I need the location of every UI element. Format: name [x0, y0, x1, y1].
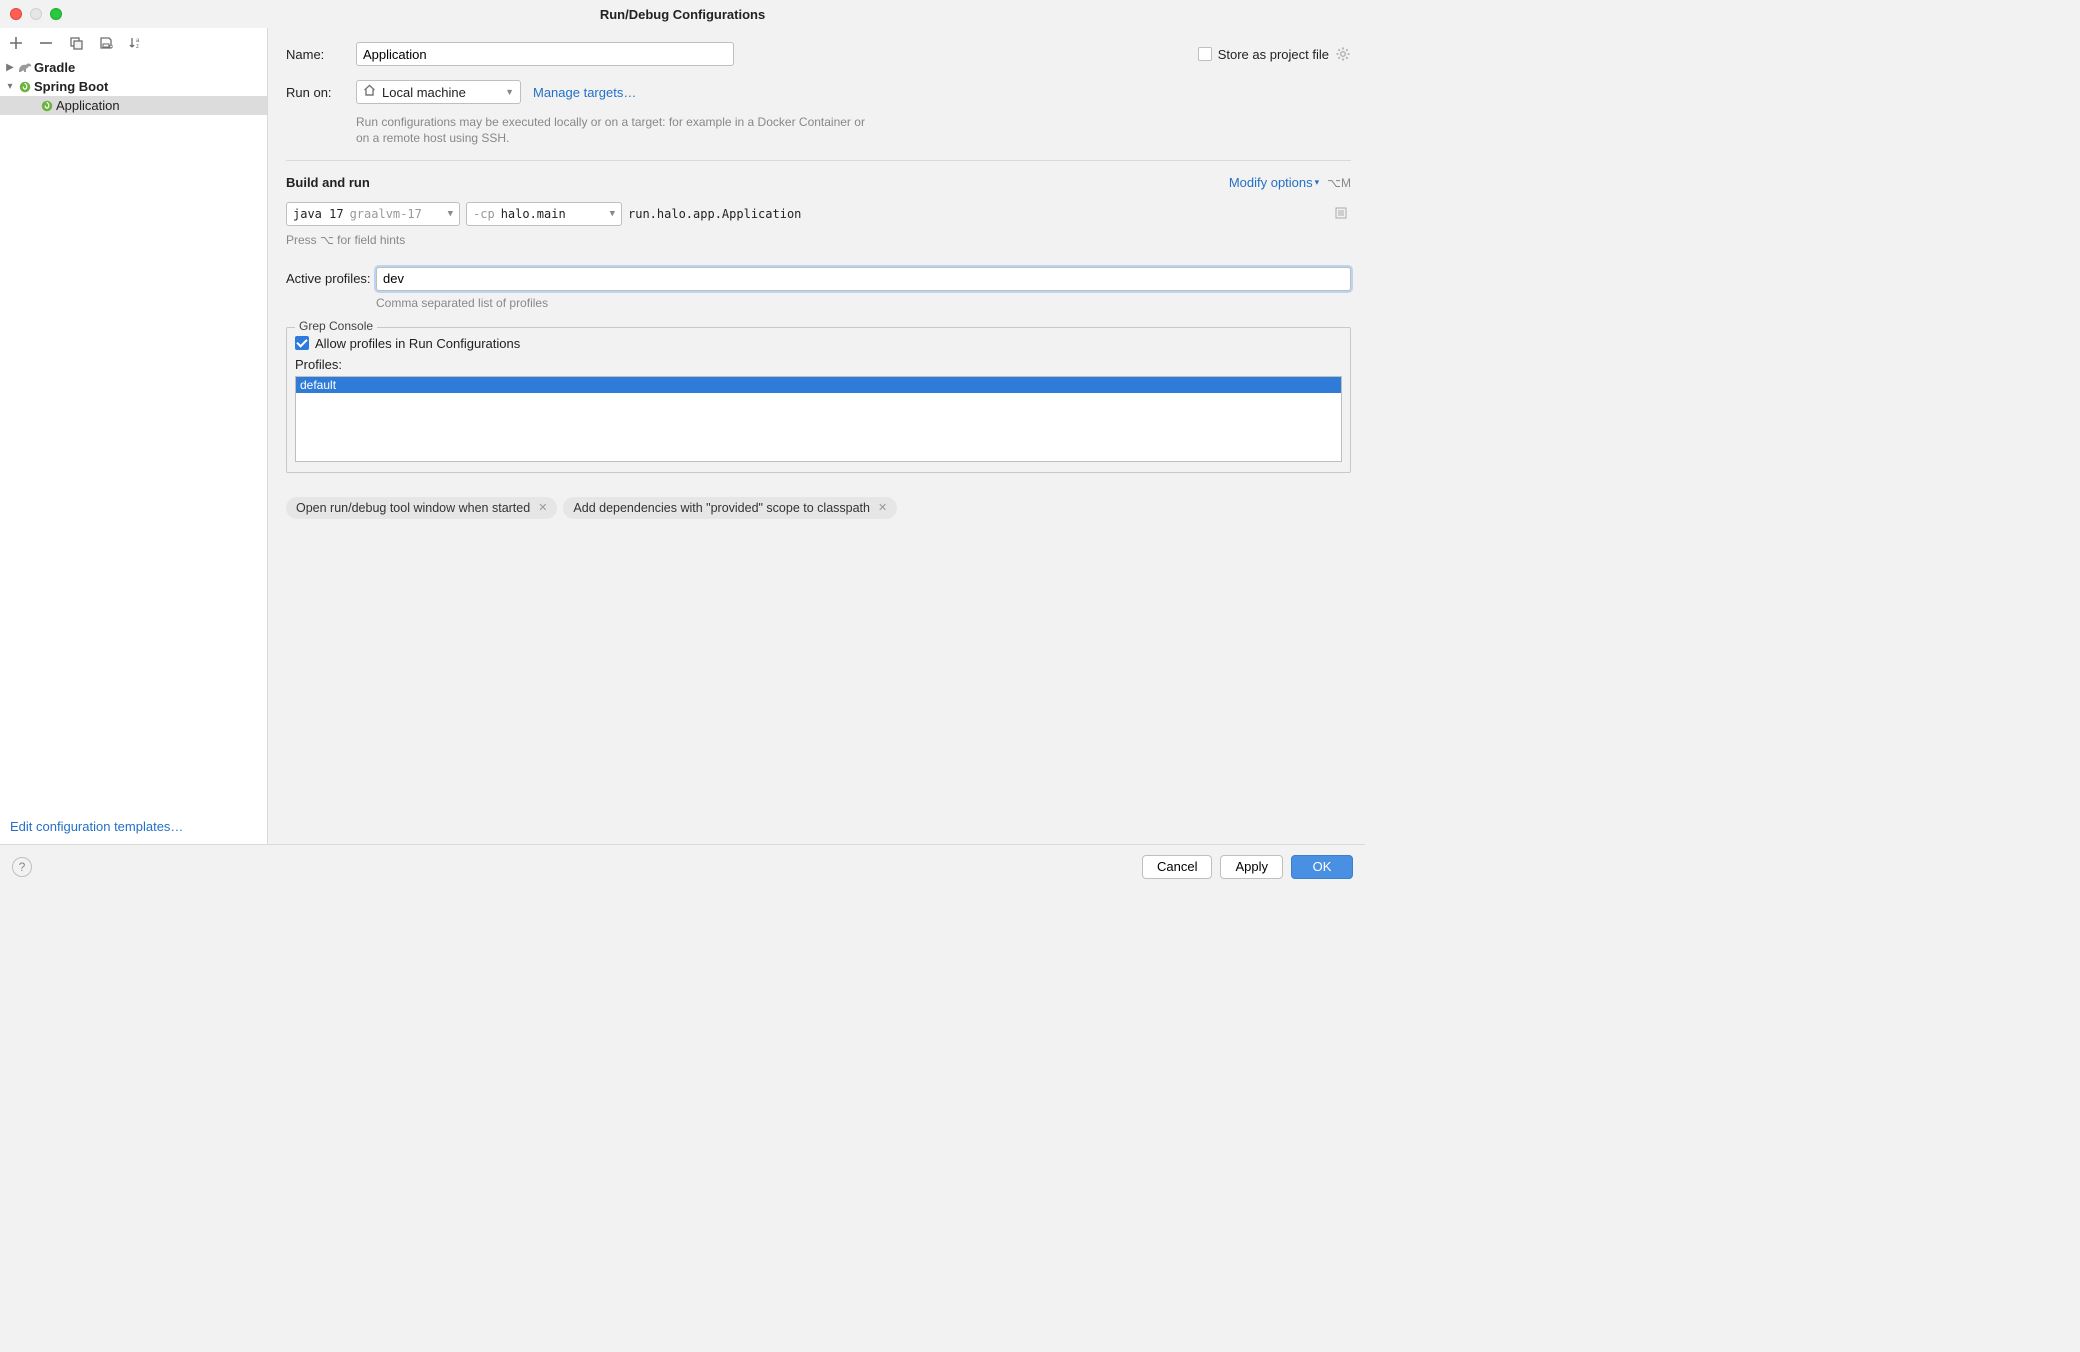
- chip-label: Open run/debug tool window when started: [296, 501, 530, 515]
- gradle-icon: [16, 60, 34, 76]
- runon-label: Run on:: [286, 85, 356, 100]
- runon-select[interactable]: Local machine ▼: [356, 80, 521, 104]
- runon-value: Local machine: [382, 85, 466, 100]
- caret-down-icon: ▾: [1315, 177, 1320, 188]
- modify-options-link[interactable]: Modify options ▾: [1229, 175, 1319, 190]
- edit-templates-link[interactable]: Edit configuration templates…: [10, 819, 183, 834]
- manage-targets-link[interactable]: Manage targets…: [533, 85, 636, 100]
- main-class-input[interactable]: run.halo.app.Application: [628, 202, 1351, 226]
- chevron-down-icon: ▾: [4, 81, 16, 92]
- chevron-right-icon: ▶: [4, 62, 16, 73]
- jdk-select[interactable]: java 17 graalvm-17 ▼: [286, 202, 460, 226]
- jdk-value: java 17: [293, 207, 344, 221]
- option-chip-provided-scope[interactable]: Add dependencies with "provided" scope t…: [563, 497, 897, 519]
- main-class-value: run.halo.app.Application: [628, 207, 801, 221]
- build-run-header: Build and run: [286, 175, 370, 190]
- ok-button[interactable]: OK: [1291, 855, 1353, 879]
- caret-down-icon: ▼: [505, 87, 514, 97]
- cancel-button[interactable]: Cancel: [1142, 855, 1212, 879]
- chip-label: Add dependencies with "provided" scope t…: [573, 501, 870, 515]
- caret-down-icon: ▼: [448, 209, 453, 219]
- separator: [286, 160, 1351, 161]
- active-profiles-label: Active profiles:: [286, 271, 376, 286]
- tree-node-springboot[interactable]: ▾ Spring Boot: [0, 77, 267, 96]
- tree-node-label: Spring Boot: [34, 79, 108, 94]
- grep-console-fieldset: Grep Console Allow profiles in Run Confi…: [286, 327, 1351, 473]
- modify-shortcut: ⌥M: [1327, 176, 1351, 190]
- classpath-select[interactable]: -cp halo.main ▼: [466, 202, 622, 226]
- list-icon[interactable]: [1335, 207, 1347, 222]
- springboot-icon: [38, 98, 56, 114]
- jdk-variant: graalvm-17: [350, 207, 422, 221]
- bottom-bar: ? Cancel Apply OK: [0, 844, 1365, 888]
- store-as-project-label: Store as project file: [1218, 47, 1329, 62]
- store-as-project-checkbox[interactable]: [1198, 47, 1212, 61]
- grep-console-legend: Grep Console: [295, 319, 377, 333]
- runon-hint: Run configurations may be executed local…: [356, 114, 876, 146]
- field-hints: Press ⌥ for field hints: [286, 232, 1351, 248]
- apply-button[interactable]: Apply: [1220, 855, 1283, 879]
- config-tree: ▶ Gradle ▾ Spring Boot Application: [0, 58, 267, 811]
- tree-node-label: Application: [56, 98, 120, 113]
- sidebar: az ▶ Gradle ▾ Spring Boot Application: [0, 28, 268, 844]
- name-label: Name:: [286, 47, 356, 62]
- config-form: Name: Store as project file Run on: Loca…: [268, 28, 1365, 844]
- sort-config-icon[interactable]: az: [128, 35, 144, 51]
- profiles-list[interactable]: default: [295, 376, 1342, 462]
- allow-profiles-checkbox[interactable]: [295, 336, 309, 350]
- sidebar-toolbar: az: [0, 28, 267, 58]
- svg-text:z: z: [136, 44, 139, 50]
- home-icon: [363, 84, 376, 100]
- active-profiles-hint: Comma separated list of profiles: [376, 295, 1351, 311]
- copy-config-icon[interactable]: [68, 35, 84, 51]
- cp-flag: -cp: [473, 207, 495, 221]
- cp-value: halo.main: [501, 207, 566, 221]
- option-chip-open-tool-window[interactable]: Open run/debug tool window when started …: [286, 497, 557, 519]
- caret-down-icon: ▼: [610, 209, 615, 219]
- titlebar: Run/Debug Configurations: [0, 0, 1365, 28]
- help-icon[interactable]: ?: [12, 857, 32, 877]
- save-config-icon[interactable]: [98, 35, 114, 51]
- tree-node-gradle[interactable]: ▶ Gradle: [0, 58, 267, 77]
- active-profiles-input[interactable]: [376, 267, 1351, 291]
- tree-node-label: Gradle: [34, 60, 75, 75]
- tree-node-application[interactable]: Application: [0, 96, 267, 115]
- springboot-icon: [16, 79, 34, 95]
- remove-chip-icon[interactable]: ✕: [538, 501, 547, 514]
- add-config-icon[interactable]: [8, 35, 24, 51]
- profiles-label: Profiles:: [295, 357, 1342, 372]
- name-input[interactable]: [356, 42, 734, 66]
- gear-icon[interactable]: [1335, 46, 1351, 62]
- window-title: Run/Debug Configurations: [0, 7, 1365, 22]
- remove-config-icon[interactable]: [38, 35, 54, 51]
- remove-chip-icon[interactable]: ✕: [878, 501, 887, 514]
- profile-item[interactable]: default: [296, 377, 1341, 393]
- allow-profiles-label: Allow profiles in Run Configurations: [315, 336, 520, 351]
